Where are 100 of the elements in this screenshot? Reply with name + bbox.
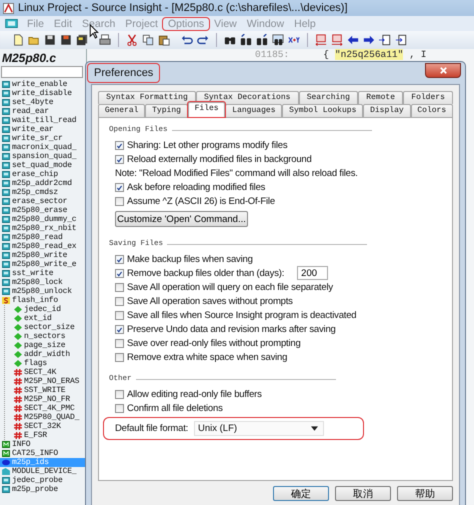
tab[interactable]: Searching <box>298 91 358 104</box>
checkbox[interactable] <box>115 338 124 348</box>
checkbox[interactable] <box>115 404 124 412</box>
checkbox[interactable] <box>115 140 124 150</box>
tab[interactable]: Languages <box>225 104 282 117</box>
symbol-item[interactable]: write_disable <box>0 89 86 98</box>
symbol-item[interactable]: erase_sector <box>0 197 86 206</box>
symbol-item[interactable]: M25P_NO_ERAS <box>5 377 86 386</box>
symbol-item[interactable]: m25p80_read <box>0 233 86 242</box>
symbol-item[interactable]: E_FSR <box>5 431 86 440</box>
symbol-item[interactable]: M25P_NO_FR <box>5 395 86 404</box>
document-icon[interactable] <box>5 19 18 28</box>
symbol-item[interactable]: flash_info <box>0 296 86 305</box>
dialog-button[interactable]: 取消 <box>335 486 391 501</box>
symbol-item[interactable]: write_ear <box>0 125 86 134</box>
symbol-item[interactable]: m25p_cmdsz <box>0 188 86 197</box>
symbol-item[interactable]: CAT25_INFO <box>0 449 86 458</box>
symbol-item[interactable]: flags <box>5 359 86 368</box>
checkbox[interactable] <box>115 282 124 292</box>
symbol-item[interactable]: spansion_quad_ <box>0 152 86 161</box>
symbol-item[interactable]: m25p80_unlock <box>0 287 86 296</box>
checkbox[interactable] <box>115 324 124 334</box>
tab[interactable]: Files <box>188 102 226 117</box>
dialog-button[interactable]: 帮助 <box>397 486 453 501</box>
tab[interactable]: Folders <box>403 91 454 104</box>
symbol-item[interactable]: m25p80_write <box>0 251 86 260</box>
symbol-item[interactable]: jedec_id <box>5 305 86 314</box>
close-button[interactable] <box>425 62 461 78</box>
symbol-item[interactable]: m25p80_dummy_c <box>0 215 86 224</box>
tab[interactable]: Syntax Formatting <box>98 91 196 104</box>
checkbox[interactable] <box>115 296 124 306</box>
checkbox[interactable] <box>115 182 124 192</box>
symbol-item[interactable]: ext_id <box>5 314 86 323</box>
copy-icon[interactable] <box>142 34 154 46</box>
symbol-item[interactable]: macronix_quad_ <box>0 143 86 152</box>
paste-icon[interactable] <box>158 34 170 46</box>
symbol-item[interactable]: set_quad_mode <box>0 161 86 170</box>
forward-arrow-icon[interactable] <box>363 34 375 46</box>
save-all-icon[interactable] <box>76 34 88 46</box>
symbol-item[interactable]: wait_till_read <box>0 116 86 125</box>
symbol-item[interactable]: jedec_probe <box>0 476 86 485</box>
new-file-icon[interactable] <box>12 34 24 46</box>
symbol-item[interactable]: m25p80_erase <box>0 206 86 215</box>
symbol-item[interactable]: set_4byte <box>0 98 86 107</box>
binoculars-icon[interactable] <box>256 34 268 46</box>
binoculars-icon[interactable] <box>272 34 284 46</box>
symbol-item[interactable]: sector_size <box>5 323 86 332</box>
tab[interactable]: Typing <box>145 104 188 117</box>
symbol-item[interactable]: n_sectors <box>5 332 86 341</box>
customize-button[interactable]: Customize 'Open' Command... <box>115 211 248 227</box>
days-field[interactable]: 200 <box>297 266 328 280</box>
print-icon[interactable] <box>99 34 111 46</box>
tab[interactable]: General <box>98 104 146 117</box>
symbol-item[interactable]: SECT_4K <box>5 368 86 377</box>
checkbox[interactable] <box>115 390 124 398</box>
tab[interactable]: Remote <box>358 91 404 104</box>
symbol-item[interactable]: m25p_addr2cmd <box>0 179 86 188</box>
symbol-item[interactable]: m25p80_read_ex <box>0 242 86 251</box>
save-icon[interactable] <box>60 34 72 46</box>
tab[interactable]: Symbol Lookups <box>282 104 364 117</box>
symbol-item[interactable]: INFO <box>0 440 86 449</box>
replace-icon[interactable] <box>288 34 300 46</box>
checkbox[interactable] <box>115 254 124 264</box>
tab[interactable]: Syntax Decorations <box>196 91 299 104</box>
checkbox[interactable] <box>115 310 124 320</box>
tab[interactable]: Display <box>363 104 411 117</box>
symbol-item[interactable]: m25p80_rx_nbit <box>0 224 86 233</box>
symbol-item[interactable]: MODULE_DEVICE_ <box>0 467 86 476</box>
symbol-item[interactable]: sst_write <box>0 269 86 278</box>
symbol-item[interactable]: SST_WRITE <box>5 386 86 395</box>
undo-icon[interactable] <box>181 34 193 46</box>
redo-icon[interactable] <box>197 34 209 46</box>
symbol-item[interactable]: write_enable <box>0 80 86 89</box>
file-format-select[interactable]: Unix (LF) <box>194 421 324 436</box>
save-icon[interactable] <box>44 34 56 46</box>
symbol-item[interactable]: addr_width <box>5 350 86 359</box>
scissors-icon[interactable] <box>126 34 138 46</box>
symbol-item[interactable]: read_ear <box>0 107 86 116</box>
folder-icon[interactable] <box>28 34 40 46</box>
symbol-item[interactable]: SECT_4K_PMC <box>5 404 86 413</box>
tab[interactable]: Colors <box>410 104 453 117</box>
window-icon[interactable] <box>395 34 407 46</box>
symbol-item[interactable]: page_size <box>5 341 86 350</box>
symbol-item[interactable]: m25p80_write_e <box>0 260 86 269</box>
window-icon[interactable] <box>379 34 391 46</box>
binoculars-icon[interactable] <box>240 34 252 46</box>
symbol-item[interactable]: erase_chip <box>0 170 86 179</box>
checkbox[interactable] <box>115 352 124 362</box>
symbol-item[interactable]: write_sr_cr <box>0 134 86 143</box>
symbol-search-field[interactable] <box>1 66 83 78</box>
checkbox[interactable] <box>115 196 124 206</box>
bookmark-icon[interactable] <box>331 34 343 46</box>
symbol-item[interactable]: M25P80_QUAD_ <box>5 413 86 422</box>
bookmark-icon[interactable] <box>315 34 327 46</box>
symbol-item[interactable]: m25p_probe <box>0 485 86 494</box>
checkbox[interactable] <box>115 268 124 278</box>
symbol-item[interactable]: SECT_32K <box>5 422 86 431</box>
dialog-button[interactable]: 确定 <box>273 486 329 501</box>
checkbox[interactable] <box>115 154 124 164</box>
back-arrow-icon[interactable] <box>347 34 359 46</box>
